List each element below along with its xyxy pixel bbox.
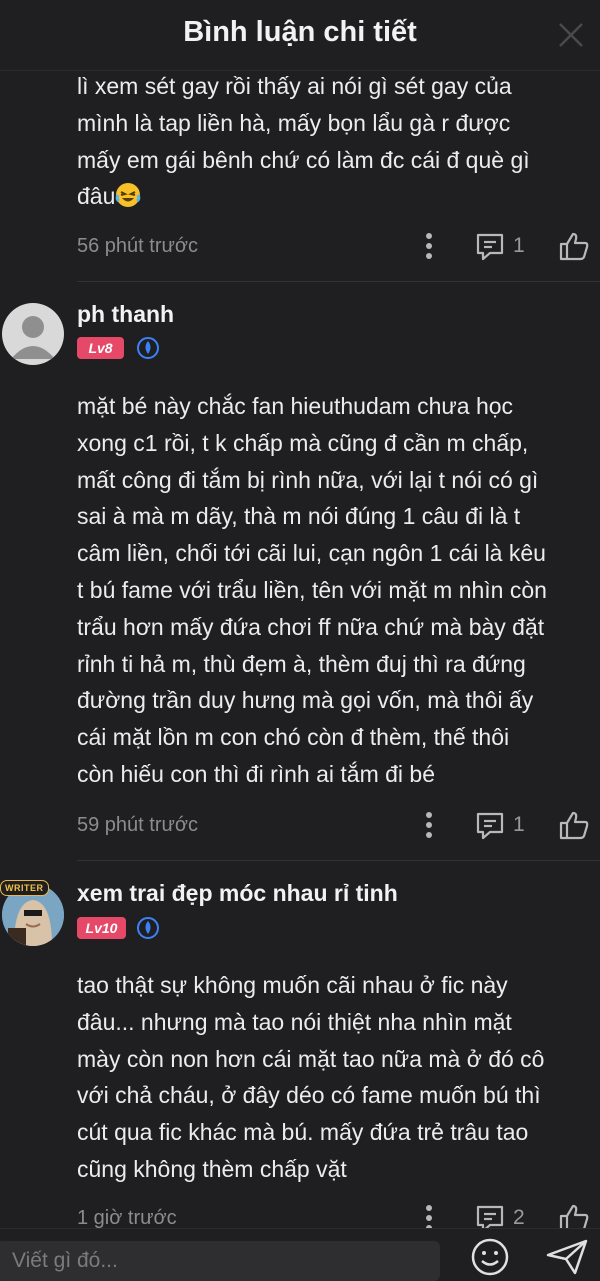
- verified-icon: [137, 917, 159, 939]
- comment-time: 56 phút trước: [77, 235, 199, 257]
- username[interactable]: ph thanh: [77, 301, 174, 328]
- avatar[interactable]: [2, 303, 64, 365]
- reply-button[interactable]: 1: [475, 232, 535, 262]
- more-options-icon[interactable]: [422, 810, 436, 840]
- like-icon[interactable]: [558, 1203, 590, 1230]
- reply-count: 1: [513, 813, 525, 836]
- verified-icon: [137, 337, 159, 359]
- comment-input[interactable]: Viết gì đó...: [0, 1241, 440, 1281]
- comment-meta: 1 giờ trước 2: [77, 1203, 592, 1230]
- reply-icon: [476, 812, 504, 840]
- comment-composer: Viết gì đó...: [0, 1228, 600, 1281]
- close-icon[interactable]: [556, 20, 586, 50]
- reply-button[interactable]: 2: [475, 1204, 535, 1230]
- reply-count: 1: [513, 234, 525, 257]
- comment-text: tao thật sự không muốn cãi nhau ở fic nà…: [77, 972, 545, 1182]
- comment-text: lì xem sét gay rồi thấy ai nói gì sét ga…: [77, 73, 530, 210]
- like-icon[interactable]: [558, 231, 590, 261]
- level-badge: Lv8: [77, 337, 124, 359]
- reply-button[interactable]: 1: [475, 811, 535, 841]
- send-icon[interactable]: [545, 1237, 589, 1277]
- comment-meta: 59 phút trước 1: [77, 810, 592, 840]
- more-options-icon[interactable]: [422, 231, 436, 261]
- reply-icon: [476, 233, 504, 261]
- page-title: Bình luận chi tiết: [183, 16, 417, 48]
- divider: [77, 281, 600, 282]
- divider: [77, 860, 600, 861]
- writer-badge: WRITER: [0, 880, 49, 896]
- comment-list[interactable]: lì xem sét gay rồi thấy ai nói gì sét ga…: [0, 0, 600, 1230]
- reply-icon: [476, 1205, 504, 1230]
- more-options-icon[interactable]: [422, 1203, 436, 1230]
- level-badge: Lv10: [77, 917, 126, 939]
- default-user-avatar-icon: [11, 316, 55, 359]
- comment-time: 59 phút trước: [77, 814, 199, 836]
- reply-count: 2: [513, 1206, 525, 1229]
- like-icon[interactable]: [558, 810, 590, 840]
- header: Bình luận chi tiết: [0, 0, 600, 71]
- comment-time: 1 giờ trước: [77, 1207, 177, 1229]
- comment-meta: 56 phút trước 1: [77, 231, 592, 261]
- username[interactable]: xem trai đẹp móc nhau rỉ tinh: [77, 880, 398, 907]
- laughing-emoji-icon: [116, 183, 141, 208]
- comment-text: mặt bé này chắc fan hieuthudam chưa học …: [77, 393, 547, 787]
- emoji-icon[interactable]: [470, 1237, 510, 1277]
